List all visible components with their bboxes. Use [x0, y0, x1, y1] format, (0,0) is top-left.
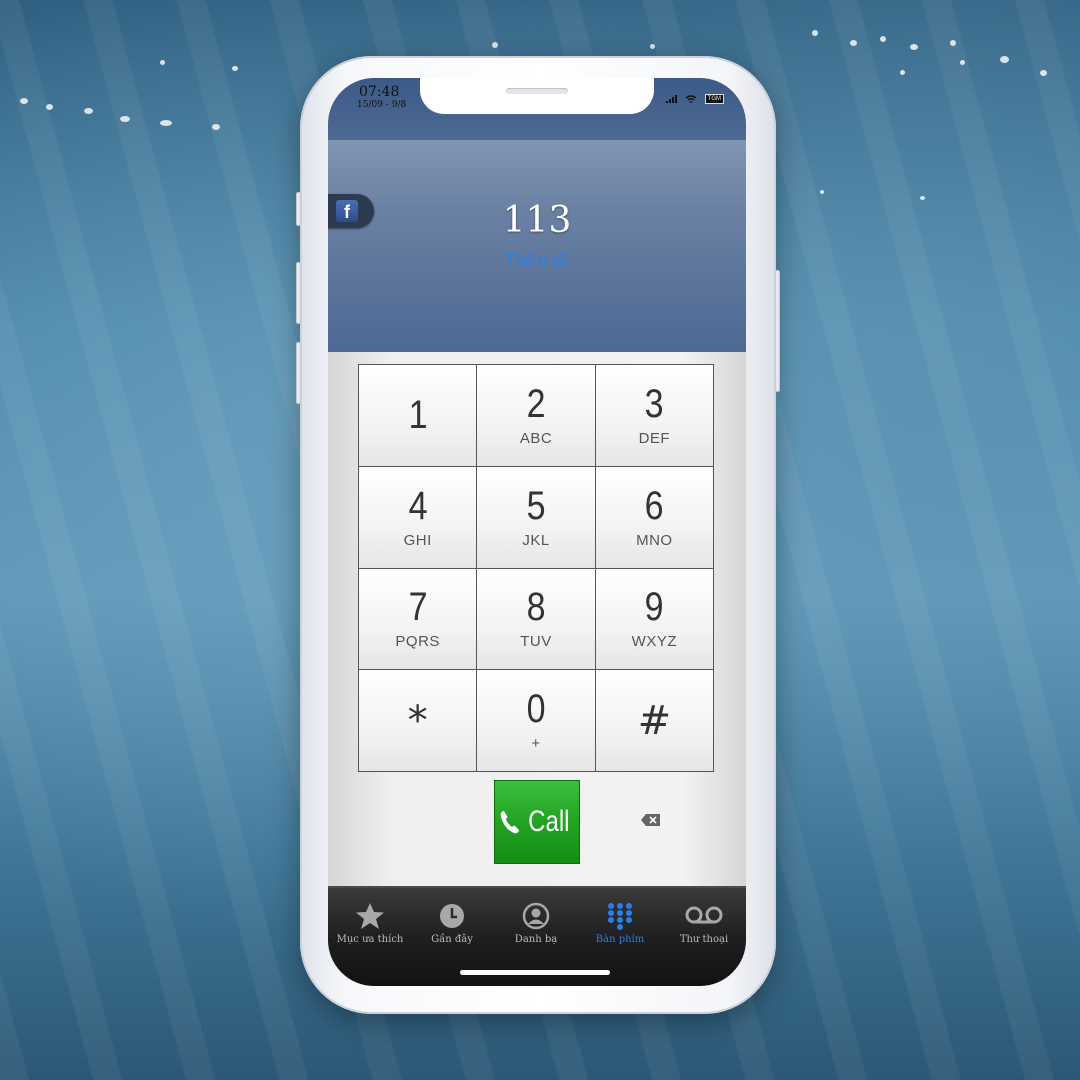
key-digit: 4 — [408, 483, 428, 528]
key-6[interactable]: 6 MNO — [595, 466, 713, 568]
key-digit: 0 — [526, 687, 546, 732]
keypad: 1 2 ABC 3 DEF 4 GHI 5 JKL 6 MNO 7 PQRS 8 TUV 9 W… — [358, 364, 714, 772]
tab-contacts[interactable]: Danh bạ — [494, 902, 578, 945]
key-letters: PQRS — [395, 633, 440, 651]
tab-label: Mục ưa thích — [336, 934, 404, 945]
key-7[interactable]: 7 PQRS — [359, 568, 477, 670]
wifi-icon — [685, 95, 697, 103]
key-4[interactable]: 4 GHI — [359, 466, 477, 568]
voicemail-icon — [685, 906, 723, 924]
earpiece-speaker — [506, 88, 568, 94]
key-9[interactable]: 9 WXYZ — [595, 568, 713, 670]
signal-icon — [665, 95, 677, 103]
key-digit: 3 — [644, 381, 664, 426]
key-0[interactable]: 0 + — [477, 670, 595, 771]
tab-label: Bàn phím — [595, 934, 645, 945]
power-button — [775, 270, 780, 392]
call-button[interactable]: Call — [494, 780, 580, 864]
key-digit: 1 — [408, 393, 428, 438]
key-2[interactable]: 2 ABC — [477, 365, 595, 466]
phone-frame: 07:48 15/09 - 9/8 TGM f 113 Thêm số 1 2 … — [296, 56, 780, 1014]
key-letters: MNO — [636, 531, 673, 549]
tab-label: Gần đây — [431, 934, 473, 945]
mute-switch — [296, 192, 301, 226]
key-1[interactable]: 1 — [359, 365, 477, 466]
status-date: 15/09 - 9/8 — [357, 100, 407, 110]
tab-label: Thư thoại — [679, 934, 729, 945]
tab-recents[interactable]: Gần đây — [410, 902, 494, 945]
notch — [420, 78, 654, 114]
key-digit: * — [407, 697, 428, 744]
tab-keypad[interactable]: Bàn phím — [578, 902, 662, 945]
key-letters: ABC — [519, 429, 553, 447]
keypad-area: 1 2 ABC 3 DEF 4 GHI 5 JKL 6 MNO 7 PQRS 8 TUV 9 W… — [328, 352, 746, 886]
backspace-icon[interactable] — [640, 813, 662, 827]
call-label: Call — [528, 805, 570, 838]
key-letters: + — [531, 735, 541, 753]
tab-bar: Mục ưa thích Gần đây Danh bạ Bàn phím Th… — [328, 886, 746, 986]
tab-label: Danh bạ — [514, 934, 558, 945]
key-letters: DEF — [638, 429, 671, 447]
status-icons: TGM — [665, 94, 724, 104]
key-letters: GHI — [403, 531, 432, 549]
dialed-number: 113 — [502, 200, 572, 241]
key-digit: 9 — [644, 585, 664, 630]
dialer-display: f 113 Thêm số — [328, 140, 746, 354]
battery-icon: TGM — [704, 94, 724, 104]
key-letters: WXYZ — [631, 633, 677, 651]
status-time: 07:48 — [359, 84, 400, 100]
keypad-icon — [608, 903, 632, 930]
key-8[interactable]: 8 TUV — [477, 568, 595, 670]
phone-screen: 07:48 15/09 - 9/8 TGM f 113 Thêm số 1 2 … — [328, 78, 746, 986]
volume-down-button — [296, 342, 301, 404]
key-digit: 6 — [644, 483, 664, 528]
status-bar: 07:48 15/09 - 9/8 TGM — [328, 78, 746, 140]
key-star[interactable]: * — [359, 670, 477, 771]
key-3[interactable]: 3 DEF — [595, 365, 713, 466]
tab-voicemail[interactable]: Thư thoại — [662, 902, 746, 945]
key-5[interactable]: 5 JKL — [477, 466, 595, 568]
add-number-link[interactable]: Thêm số — [328, 252, 746, 270]
phone-handset-icon — [500, 811, 520, 834]
key-digit: 5 — [526, 483, 546, 528]
key-digit: 2 — [526, 381, 546, 426]
key-letters: JKL — [522, 531, 550, 549]
key-digit: # — [637, 697, 672, 744]
contacts-icon — [522, 902, 550, 930]
key-digit: 8 — [526, 585, 546, 630]
home-indicator[interactable] — [460, 970, 610, 975]
key-letters: TUV — [520, 633, 552, 651]
key-digit: 7 — [408, 585, 428, 630]
key-hash[interactable]: # — [595, 670, 713, 771]
volume-up-button — [296, 262, 301, 324]
clock-icon — [440, 904, 464, 928]
star-icon — [356, 903, 384, 929]
tab-favorites[interactable]: Mục ưa thích — [328, 902, 412, 945]
